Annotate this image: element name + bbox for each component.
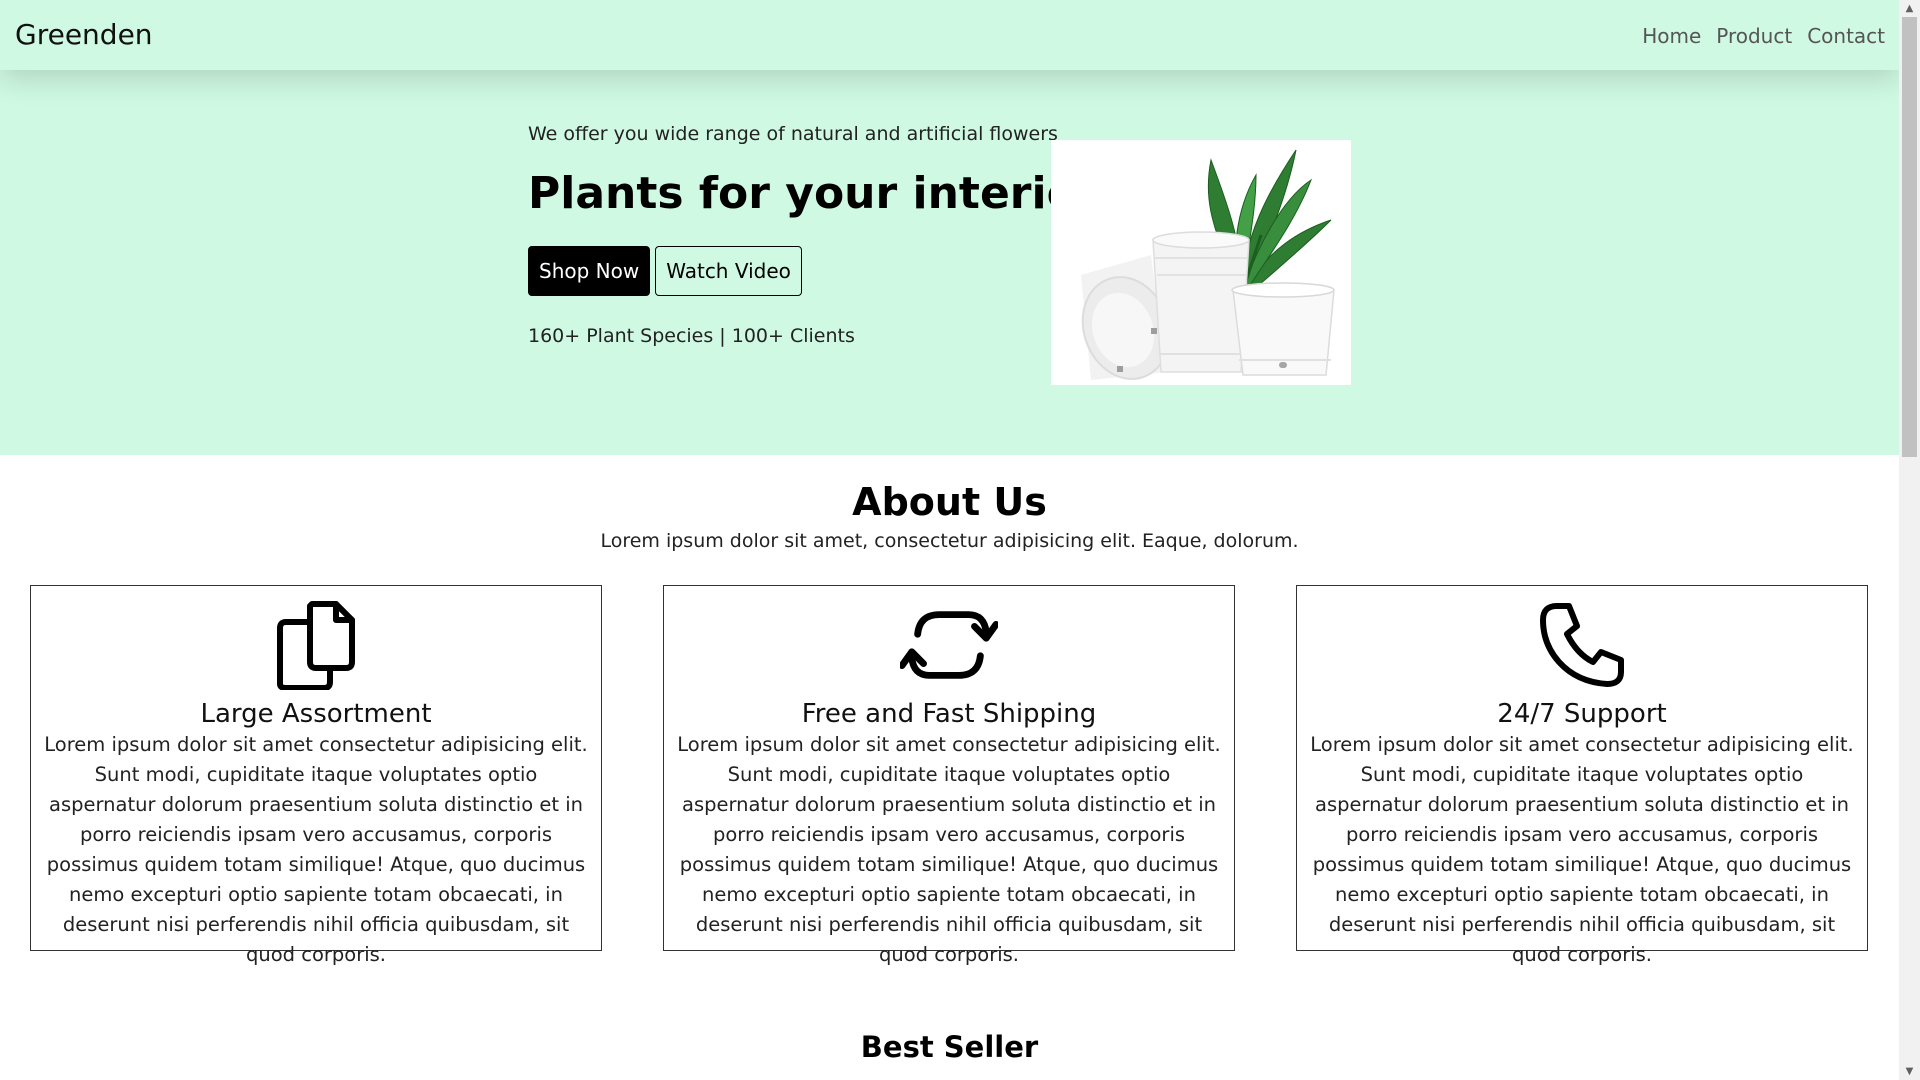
brand-logo[interactable]: Greenden	[15, 18, 153, 51]
about-title: About Us	[852, 480, 1047, 524]
card-title: 24/7 Support	[1497, 699, 1667, 729]
card-text: Lorem ipsum dolor sit amet consectetur a…	[677, 733, 1221, 966]
best-seller-title: Best Seller	[860, 1030, 1039, 1064]
hero-buttons: Shop Now Watch Video	[528, 246, 802, 296]
nav-link-product[interactable]: Product	[1716, 24, 1792, 48]
watch-video-button[interactable]: Watch Video	[655, 246, 802, 296]
vertical-scrollbar[interactable]: ▲ ▼	[1899, 0, 1920, 1080]
scrollbar-thumb[interactable]	[1902, 17, 1917, 457]
hero-subtitle: We offer you wide range of natural and a…	[528, 123, 1058, 145]
repeat-arrows-icon	[900, 611, 998, 679]
card-text: Lorem ipsum dolor sit amet consectetur a…	[44, 733, 588, 966]
feature-card-support: 24/7 Support Lorem ipsum dolor sit amet …	[1296, 585, 1868, 966]
hero-title: Plants for your interiors	[528, 168, 1125, 219]
nav-link-contact[interactable]: Contact	[1807, 24, 1885, 48]
hero-stats: 160+ Plant Species | 100+ Clients	[528, 325, 855, 347]
page: Greenden Home Product Contact We offer y…	[0, 0, 1899, 1080]
phone-icon	[1540, 603, 1624, 687]
nav-links: Home Product Contact	[1642, 24, 1885, 48]
feature-card-assortment: Large Assortment Lorem ipsum dolor sit a…	[30, 585, 602, 966]
potted-plant-image	[1051, 140, 1351, 385]
card-title: Large Assortment	[200, 699, 432, 729]
scroll-down-arrow-icon[interactable]: ▼	[1899, 1063, 1920, 1080]
card-text: Lorem ipsum dolor sit amet consectetur a…	[1310, 733, 1854, 966]
about-subtitle: Lorem ipsum dolor sit amet, consectetur …	[600, 530, 1299, 552]
scroll-up-arrow-icon[interactable]: ▲	[1899, 0, 1920, 17]
navbar: Greenden Home Product Contact	[0, 0, 1899, 70]
card-title: Free and Fast Shipping	[801, 699, 1097, 729]
hero-section: We offer you wide range of natural and a…	[0, 70, 1899, 455]
feature-card-shipping: Free and Fast Shipping Lorem ipsum dolor…	[663, 585, 1235, 966]
files-icon	[277, 601, 355, 690]
shop-now-button[interactable]: Shop Now	[528, 246, 651, 296]
nav-link-home[interactable]: Home	[1642, 24, 1701, 48]
